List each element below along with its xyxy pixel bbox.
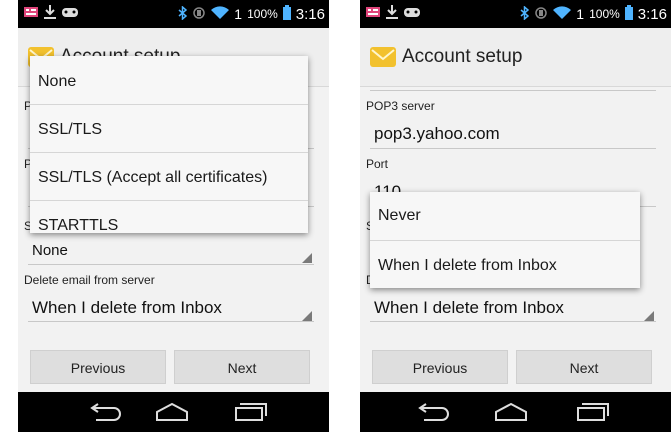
port-label: Port [366,157,389,171]
field-underline [370,90,656,91]
status-bar: 1 100% 3:16 [18,0,329,28]
email-app-icon[interactable] [370,46,396,68]
previous-button[interactable]: Previous [30,350,166,384]
download-icon [44,4,56,24]
nav-bar [18,392,329,432]
pop3-server-input[interactable]: pop3.yahoo.com [374,124,656,144]
bluetooth-icon [520,4,530,23]
security-dropdown-menu: None SSL/TLS SSL/TLS (Accept all certifi… [30,56,308,233]
menu-item-ssl-tls-accept-all[interactable]: SSL/TLS (Accept all certificates) [30,152,308,201]
battery-percent: 100% [247,7,278,21]
download-icon [386,4,398,24]
status-bar: 1 100% 3:16 [360,0,671,28]
nav-bar [360,392,671,432]
recent-apps-icon[interactable] [576,402,610,422]
field-underline [28,264,314,265]
delete-policy-dropdown-menu: Never When I delete from Inbox [370,192,640,288]
recent-apps-icon[interactable] [234,402,268,422]
field-underline [370,148,656,149]
page-title: Account setup [402,46,523,67]
spinner-arrow-icon [302,311,312,321]
clock: 3:16 [637,5,667,23]
next-button[interactable]: Next [516,350,652,384]
delete-email-spinner[interactable]: When I delete from Inbox [374,298,656,318]
rotate-icon [192,6,206,23]
home-icon[interactable] [155,402,189,422]
battery-icon [624,5,633,23]
battery-percent: 100% [589,7,620,21]
menu-item-none[interactable]: None [30,56,308,105]
menu-item-starttls[interactable]: STARTTLS [30,200,308,233]
previous-button[interactable]: Previous [372,350,508,384]
home-icon[interactable] [494,402,528,422]
wifi-icon [211,5,230,23]
menu-item-when-delete-from-inbox[interactable]: When I delete from Inbox [370,240,640,288]
clock: 3:16 [295,5,325,23]
phone-screen-right: 1 100% 3:16 Account setup POP3 server po… [360,0,671,432]
gamepad-icon [62,5,78,23]
menu-item-ssl-tls[interactable]: SSL/TLS [30,104,308,153]
notification-icon [24,5,38,23]
field-underline [28,321,314,322]
back-icon[interactable] [88,402,122,422]
gamepad-icon [404,5,420,23]
delete-email-label: Delete email from server [24,273,155,287]
signal-badge: 1 [234,6,243,22]
spinner-arrow-icon [644,311,654,321]
back-icon[interactable] [416,402,450,422]
spinner-arrow-icon [302,253,312,263]
notification-icon [366,5,380,23]
field-underline [370,321,656,322]
security-type-spinner[interactable]: None [32,242,314,259]
battery-icon [282,5,291,23]
pop3-server-label: POP3 server [366,99,435,113]
action-bar: Account setup [360,28,671,87]
signal-badge: 1 [576,6,585,22]
rotate-icon [534,6,548,23]
menu-item-never[interactable]: Never [370,192,640,241]
next-button[interactable]: Next [174,350,310,384]
delete-email-spinner[interactable]: When I delete from Inbox [32,298,314,318]
wifi-icon [553,5,572,23]
bluetooth-icon [178,4,188,23]
phone-screen-left: 1 100% 3:16 Account setup P P S None Del… [18,0,329,432]
